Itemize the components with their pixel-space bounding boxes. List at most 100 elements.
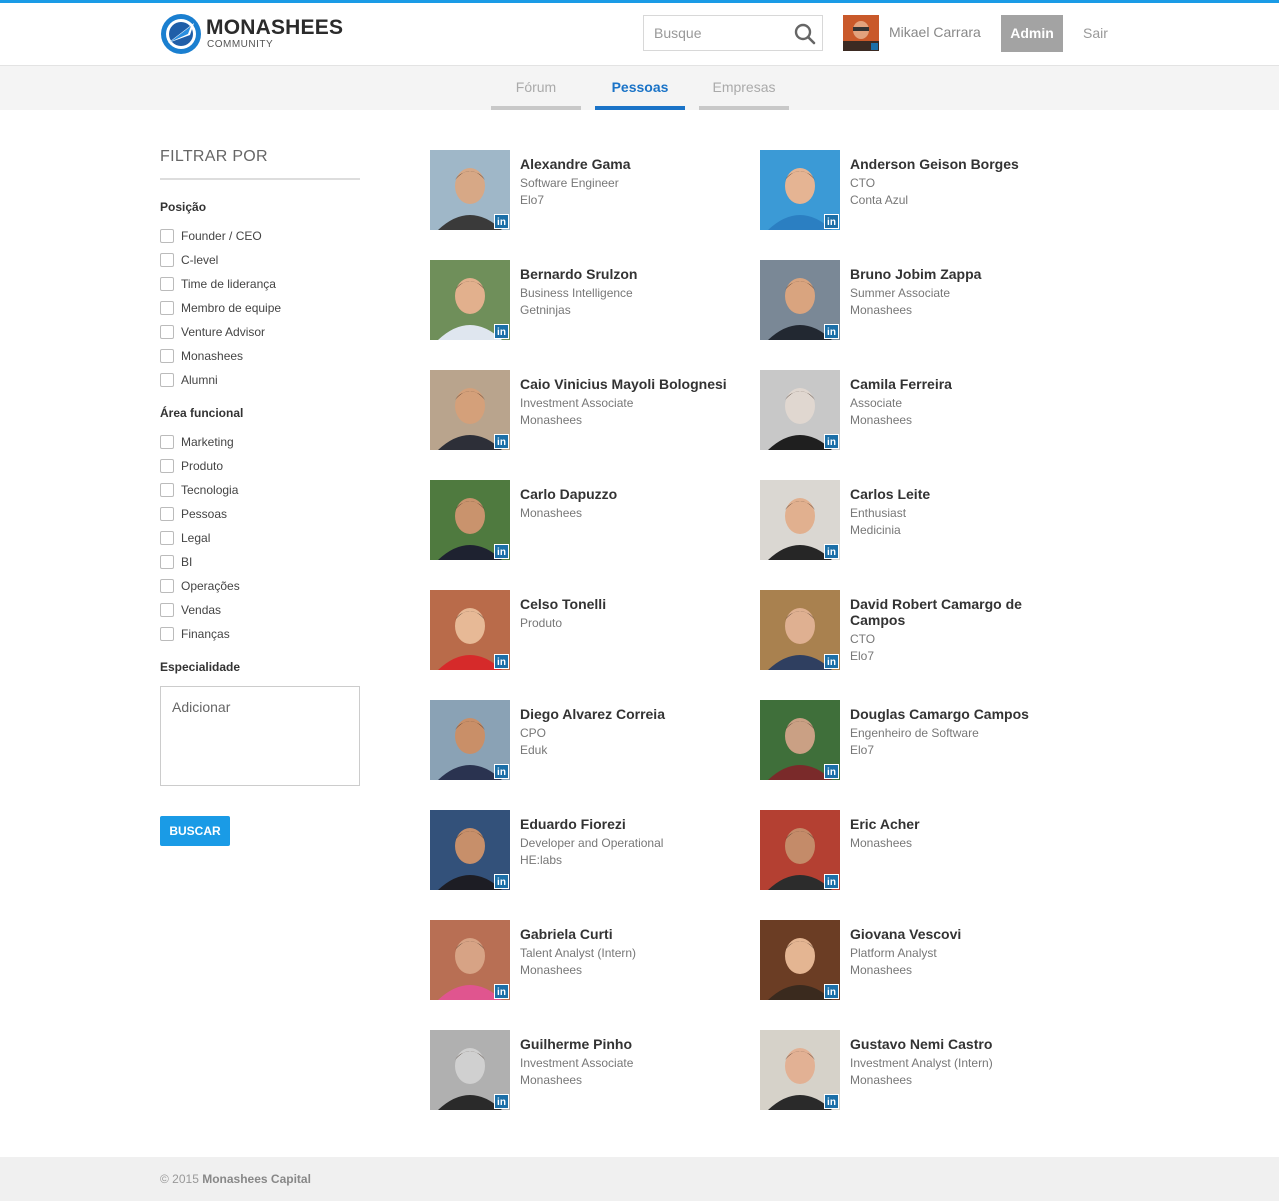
person-name[interactable]: Bernardo Srulzon (520, 266, 735, 282)
person-info: Caio Vinicius Mayoli Bolognesi Investment… (520, 376, 735, 429)
checkbox[interactable] (160, 627, 174, 641)
linkedin-icon[interactable]: in (824, 324, 839, 339)
user-photo (843, 15, 879, 51)
checkbox[interactable] (160, 349, 174, 363)
area-option[interactable]: Marketing (160, 430, 360, 454)
person-photo[interactable]: in (760, 1030, 840, 1110)
person-name[interactable]: Anderson Geison Borges (850, 156, 1065, 172)
person-photo[interactable]: in (760, 480, 840, 560)
buscar-button[interactable]: BUSCAR (160, 816, 230, 846)
person-name[interactable]: Eric Acher (850, 816, 1065, 832)
person-photo[interactable]: in (760, 810, 840, 890)
linkedin-icon[interactable]: in (494, 764, 509, 779)
person-name[interactable]: Camila Ferreira (850, 376, 1065, 392)
checkbox[interactable] (160, 507, 174, 521)
person-photo[interactable]: in (430, 590, 510, 670)
user-avatar[interactable] (843, 15, 879, 51)
linkedin-icon[interactable]: in (824, 984, 839, 999)
person-photo[interactable]: in (430, 1030, 510, 1110)
person-name[interactable]: Carlo Dapuzzo (520, 486, 735, 502)
checkbox[interactable] (160, 277, 174, 291)
linkedin-icon[interactable]: in (494, 434, 509, 449)
person-photo[interactable]: in (760, 590, 840, 670)
person-name[interactable]: Diego Alvarez Correia (520, 706, 735, 722)
area-option[interactable]: Pessoas (160, 502, 360, 526)
checkbox[interactable] (160, 373, 174, 387)
position-option[interactable]: Venture Advisor (160, 320, 360, 344)
area-option[interactable]: Produto (160, 454, 360, 478)
linkedin-icon[interactable]: in (494, 1094, 509, 1109)
checkbox[interactable] (160, 435, 174, 449)
position-option[interactable]: Alumni (160, 368, 360, 392)
area-option[interactable]: Operações (160, 574, 360, 598)
person-name[interactable]: Caio Vinicius Mayoli Bolognesi (520, 376, 735, 392)
linkedin-icon[interactable]: in (824, 544, 839, 559)
area-option[interactable]: Legal (160, 526, 360, 550)
person-name[interactable]: Eduardo Fiorezi (520, 816, 735, 832)
position-option[interactable]: Membro de equipe (160, 296, 360, 320)
person-photo[interactable]: in (430, 810, 510, 890)
position-option[interactable]: Time de liderança (160, 272, 360, 296)
linkedin-icon[interactable]: in (494, 544, 509, 559)
person-photo[interactable]: in (430, 260, 510, 340)
person-photo[interactable]: in (760, 700, 840, 780)
logo[interactable]: MONASHEES COMMUNITY (160, 13, 343, 57)
linkedin-icon[interactable]: in (494, 984, 509, 999)
linkedin-icon[interactable]: in (824, 764, 839, 779)
person-photo[interactable]: in (430, 700, 510, 780)
person-name[interactable]: Celso Tonelli (520, 596, 735, 612)
search-icon[interactable] (794, 23, 816, 45)
checkbox[interactable] (160, 483, 174, 497)
checkbox[interactable] (160, 229, 174, 243)
checkbox[interactable] (160, 253, 174, 267)
person-name[interactable]: Bruno Jobim Zappa (850, 266, 1065, 282)
person-photo[interactable]: in (430, 150, 510, 230)
person-name[interactable]: Carlos Leite (850, 486, 1065, 502)
person-name[interactable]: Guilherme Pinho (520, 1036, 735, 1052)
area-option[interactable]: Finanças (160, 622, 360, 646)
area-option[interactable]: Vendas (160, 598, 360, 622)
person-name[interactable]: Gabriela Curti (520, 926, 735, 942)
linkedin-icon[interactable]: in (494, 324, 509, 339)
checkbox[interactable] (160, 603, 174, 617)
user-name[interactable]: Mikael Carrara (889, 24, 981, 40)
area-option[interactable]: Tecnologia (160, 478, 360, 502)
tab-forum[interactable]: Fórum (491, 66, 581, 110)
person-name[interactable]: Gustavo Nemi Castro (850, 1036, 1065, 1052)
linkedin-icon[interactable]: in (494, 874, 509, 889)
person-photo[interactable]: in (760, 370, 840, 450)
linkedin-icon[interactable]: in (824, 1094, 839, 1109)
linkedin-icon[interactable]: in (494, 654, 509, 669)
area-option[interactable]: BI (160, 550, 360, 574)
search-input[interactable] (644, 16, 784, 50)
tab-empresas[interactable]: Empresas (699, 66, 789, 110)
person-photo[interactable]: in (430, 480, 510, 560)
linkedin-icon[interactable]: in (824, 434, 839, 449)
checkbox[interactable] (160, 459, 174, 473)
person-name[interactable]: Giovana Vescovi (850, 926, 1065, 942)
position-option[interactable]: Monashees (160, 344, 360, 368)
checkbox[interactable] (160, 579, 174, 593)
logout-link[interactable]: Sair (1083, 25, 1108, 41)
checkbox[interactable] (160, 325, 174, 339)
linkedin-icon[interactable]: in (824, 654, 839, 669)
admin-button[interactable]: Admin (1001, 15, 1063, 52)
specialty-input[interactable]: Adicionar (160, 686, 360, 786)
person-name[interactable]: David Robert Camargo de Campos (850, 596, 1065, 628)
checkbox[interactable] (160, 301, 174, 315)
position-option[interactable]: Founder / CEO (160, 224, 360, 248)
checkbox[interactable] (160, 555, 174, 569)
linkedin-icon[interactable]: in (494, 214, 509, 229)
person-name[interactable]: Alexandre Gama (520, 156, 735, 172)
person-photo[interactable]: in (760, 150, 840, 230)
person-photo[interactable]: in (430, 370, 510, 450)
position-option[interactable]: C-level (160, 248, 360, 272)
person-name[interactable]: Douglas Camargo Campos (850, 706, 1065, 722)
person-photo[interactable]: in (760, 920, 840, 1000)
person-photo[interactable]: in (430, 920, 510, 1000)
tab-pessoas[interactable]: Pessoas (595, 66, 685, 110)
person-photo[interactable]: in (760, 260, 840, 340)
linkedin-icon[interactable]: in (824, 874, 839, 889)
checkbox[interactable] (160, 531, 174, 545)
linkedin-icon[interactable]: in (824, 214, 839, 229)
